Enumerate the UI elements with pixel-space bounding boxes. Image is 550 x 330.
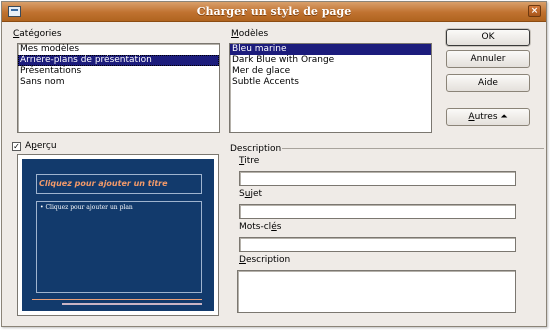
- slide-decoration-line: [32, 299, 202, 300]
- list-item[interactable]: Dark Blue with Orange: [230, 55, 431, 66]
- check-icon: ✓: [13, 142, 20, 151]
- description-group-divider: [282, 148, 544, 149]
- models-list[interactable]: Bleu marine Dark Blue with Orange Mer de…: [229, 43, 432, 133]
- slide-title-placeholder: Cliquez pour ajouter un titre: [36, 174, 202, 194]
- help-button[interactable]: Aide: [446, 74, 530, 92]
- close-icon: ×: [530, 6, 539, 16]
- title-field[interactable]: [239, 171, 516, 186]
- list-item[interactable]: Présentations: [18, 66, 219, 77]
- description-field[interactable]: [237, 270, 516, 313]
- list-item[interactable]: Arrière-plans de présentation: [18, 55, 219, 66]
- models-label: Modèles: [231, 29, 269, 39]
- description-group-label: Description: [230, 144, 282, 154]
- dialog-title: Charger un style de page: [196, 5, 352, 18]
- slide-outline-text: • Cliquez pour ajouter un plan: [40, 204, 133, 211]
- subject-field-label: Sujet: [239, 189, 263, 199]
- slide-title-text: Cliquez pour ajouter un titre: [39, 179, 168, 188]
- more-button[interactable]: Autres ⏶: [446, 108, 530, 126]
- dialog-window: Charger un style de page × Catégories Me…: [1, 1, 547, 327]
- ok-button[interactable]: OK: [446, 29, 530, 46]
- categories-label: Catégories: [13, 29, 62, 39]
- title-bar[interactable]: Charger un style de page ×: [2, 2, 546, 22]
- slide-outline-placeholder: • Cliquez pour ajouter un plan: [36, 201, 202, 293]
- list-item[interactable]: Sans nom: [18, 77, 219, 88]
- description-field-label: Description: [239, 255, 291, 265]
- list-item[interactable]: Mes modèles: [18, 44, 219, 55]
- keywords-field-label: Mots-clés: [239, 222, 282, 232]
- preview-checkbox[interactable]: ✓: [12, 142, 21, 151]
- categories-list[interactable]: Mes modèles Arrière-plans de présentatio…: [17, 43, 220, 133]
- preview-pane: Cliquez pour ajouter un titre • Cliquez …: [17, 154, 219, 316]
- cancel-button[interactable]: Annuler: [446, 50, 530, 68]
- expand-up-icon: ⏶: [500, 112, 508, 122]
- close-button[interactable]: ×: [528, 5, 541, 17]
- list-item[interactable]: Bleu marine: [230, 44, 431, 55]
- slide-preview: Cliquez pour ajouter un titre • Cliquez …: [22, 159, 214, 311]
- title-field-label: Titre: [239, 156, 260, 166]
- list-item[interactable]: Subtle Accents: [230, 77, 431, 88]
- subject-field[interactable]: [239, 204, 516, 219]
- keywords-field[interactable]: [239, 237, 516, 252]
- slide-decoration-line: [62, 303, 202, 305]
- list-item[interactable]: Mer de glace: [230, 66, 431, 77]
- preview-label[interactable]: Aperçu: [25, 141, 57, 151]
